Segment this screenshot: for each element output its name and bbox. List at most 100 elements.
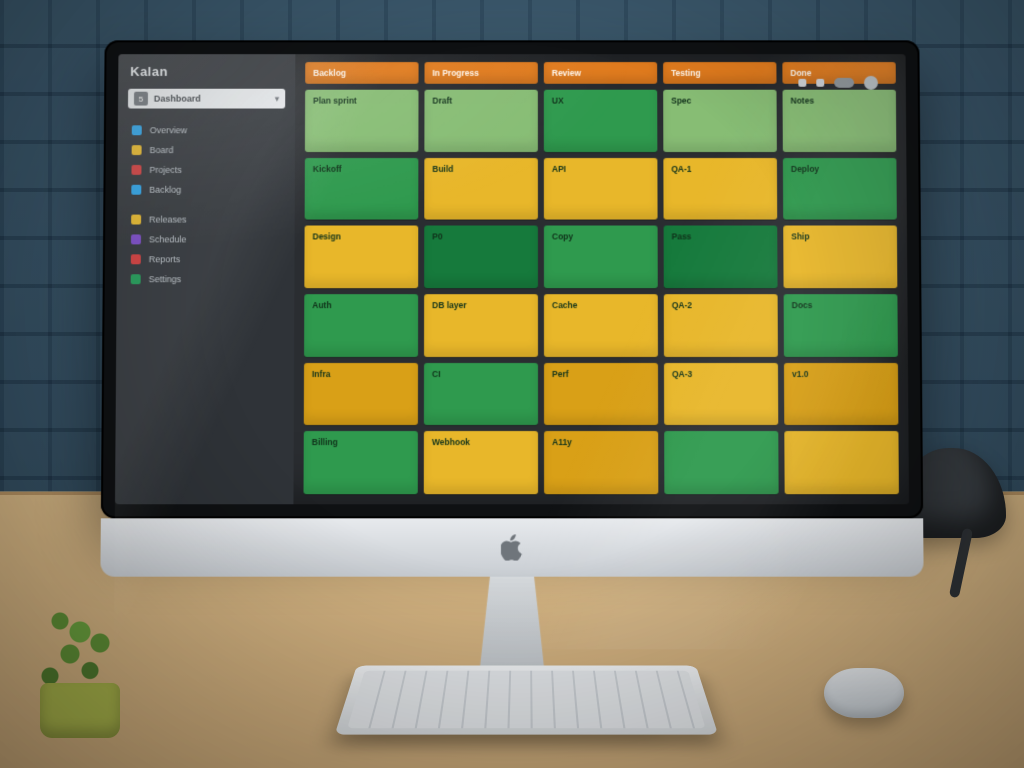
column-header[interactable]: Review	[544, 62, 657, 84]
color-swatch-icon	[131, 254, 141, 264]
board-card[interactable]: Infra	[304, 363, 418, 426]
board-card[interactable]: Cache	[544, 294, 658, 357]
sidebar-item[interactable]: Schedule	[117, 229, 295, 249]
board-card[interactable]: Docs	[784, 294, 898, 357]
board-card[interactable]: v1.0	[784, 363, 898, 426]
board-card-title: QA-3	[672, 369, 692, 379]
board-card[interactable]: Kickoff	[305, 158, 419, 220]
board-card-title: QA-1	[671, 164, 691, 174]
sidebar-nav: Overview Board Projects Backlog Releases Sche…	[117, 118, 295, 297]
chevron-down-icon: ▾	[275, 93, 280, 104]
board-main: BacklogIn ProgressReviewTestingDone Plan…	[293, 54, 909, 504]
board-card-title: v1.0	[792, 369, 809, 379]
workspace-label: Dashboard	[154, 94, 269, 104]
view-toggle[interactable]	[834, 78, 854, 88]
board-card-title: A11y	[552, 437, 572, 447]
sidebar-item[interactable]: Reports	[117, 249, 295, 269]
board-card[interactable]: API	[544, 158, 658, 220]
board-card[interactable]: UX	[544, 90, 658, 152]
calendar-swatch-icon	[131, 215, 141, 225]
toolbar	[798, 76, 878, 90]
keyboard	[335, 666, 719, 735]
board-card-title: QA-2	[672, 300, 692, 310]
board-card-title: Copy	[552, 232, 573, 242]
column-header[interactable]: Testing	[663, 62, 776, 84]
sidebar-item-label: Settings	[149, 274, 182, 284]
board-card[interactable]: Plan sprint	[305, 90, 419, 152]
board-card[interactable]: Notes	[783, 90, 897, 152]
board-card[interactable]: CI	[424, 363, 538, 426]
board-card[interactable]: Pass	[664, 226, 778, 288]
sidebar-item-label: Reports	[149, 254, 181, 264]
monitor-chin	[100, 518, 923, 576]
board-card[interactable]: DB layer	[424, 294, 538, 357]
board-card[interactable]: Build	[424, 158, 538, 220]
color-swatch-icon	[132, 145, 142, 155]
board-card-title: DB layer	[432, 300, 466, 310]
sort-icon[interactable]	[816, 79, 824, 87]
imac-monitor: Kalan 5 Dashboard ▾ Overview Board Project…	[99, 40, 924, 708]
sidebar-item[interactable]: Board	[118, 140, 295, 160]
board-card[interactable]: Auth	[304, 294, 418, 357]
app-window: Kalan 5 Dashboard ▾ Overview Board Project…	[115, 54, 909, 504]
sidebar-item-label: Board	[150, 145, 174, 155]
board-card[interactable]: Draft	[424, 90, 538, 152]
board-card-title: Cache	[552, 300, 577, 310]
board-card[interactable]	[784, 431, 899, 494]
sidebar-item[interactable]: Projects	[117, 160, 294, 180]
board-card-title: Billing	[312, 437, 338, 447]
board-card-title: Webhook	[432, 437, 470, 447]
app-brand: Kalan	[118, 54, 295, 85]
sidebar: Kalan 5 Dashboard ▾ Overview Board Project…	[115, 54, 295, 504]
board-card[interactable]: Billing	[304, 431, 418, 494]
board-card[interactable]: Webhook	[424, 431, 538, 494]
board-card[interactable]: A11y	[544, 431, 658, 494]
board-card[interactable]: Spec	[663, 90, 777, 152]
avatar[interactable]	[864, 76, 878, 90]
board-card[interactable]: P0	[424, 226, 538, 288]
workspace-selector[interactable]: 5 Dashboard ▾	[128, 89, 285, 109]
board-card-title: Docs	[792, 300, 813, 310]
board-card[interactable]	[664, 431, 778, 494]
board-card-title: Kickoff	[313, 164, 342, 174]
board-card[interactable]: Ship	[783, 226, 897, 288]
board-card[interactable]: Design	[304, 226, 418, 288]
board-card[interactable]: Perf	[544, 363, 658, 426]
board-card-title: Perf	[552, 369, 569, 379]
board-card[interactable]: Copy	[544, 226, 658, 288]
scene-photo: Kalan 5 Dashboard ▾ Overview Board Project…	[0, 0, 1024, 768]
board-card-title: Plan sprint	[313, 96, 357, 106]
board-card-title: Auth	[312, 300, 331, 310]
board-card[interactable]: Deploy	[783, 158, 897, 220]
color-swatch-icon	[131, 234, 141, 244]
column-header[interactable]: Backlog	[305, 62, 418, 84]
sidebar-item-label: Schedule	[149, 234, 187, 244]
board-card-title: Spec	[671, 96, 691, 106]
board-card-title: Ship	[791, 232, 809, 242]
sidebar-item[interactable]: Settings	[117, 269, 295, 289]
sidebar-item[interactable]: Backlog	[117, 180, 294, 200]
sidebar-item[interactable]: Releases	[117, 210, 295, 230]
board-card[interactable]: QA-1	[663, 158, 777, 220]
column-header[interactable]: In Progress	[424, 62, 537, 84]
board-card-title: Notes	[790, 96, 814, 106]
board-card-title: UX	[552, 96, 564, 106]
sidebar-item-label: Projects	[149, 165, 181, 175]
filter-icon[interactable]	[798, 79, 806, 87]
board-card[interactable]: QA-2	[664, 294, 778, 357]
color-swatch-icon	[131, 274, 141, 284]
board-card-title: Infra	[312, 369, 330, 379]
board-card-title: Deploy	[791, 164, 819, 174]
board-card-title: Draft	[432, 96, 452, 106]
apple-logo-icon	[501, 534, 523, 560]
board-grid: Plan sprintDraftUXSpecNotesKickoffBuildA…	[293, 90, 909, 505]
monitor-bezel: Kalan 5 Dashboard ▾ Overview Board Project…	[101, 40, 923, 518]
sidebar-item-label: Backlog	[149, 185, 181, 195]
sidebar-item-label: Overview	[150, 125, 187, 135]
sidebar-item-label: Releases	[149, 215, 186, 225]
board-card-title: Design	[313, 232, 341, 242]
sidebar-item[interactable]: Overview	[118, 120, 295, 140]
board-card-title: CI	[432, 369, 441, 379]
board-card[interactable]: QA-3	[664, 363, 778, 426]
color-swatch-icon	[132, 125, 142, 135]
